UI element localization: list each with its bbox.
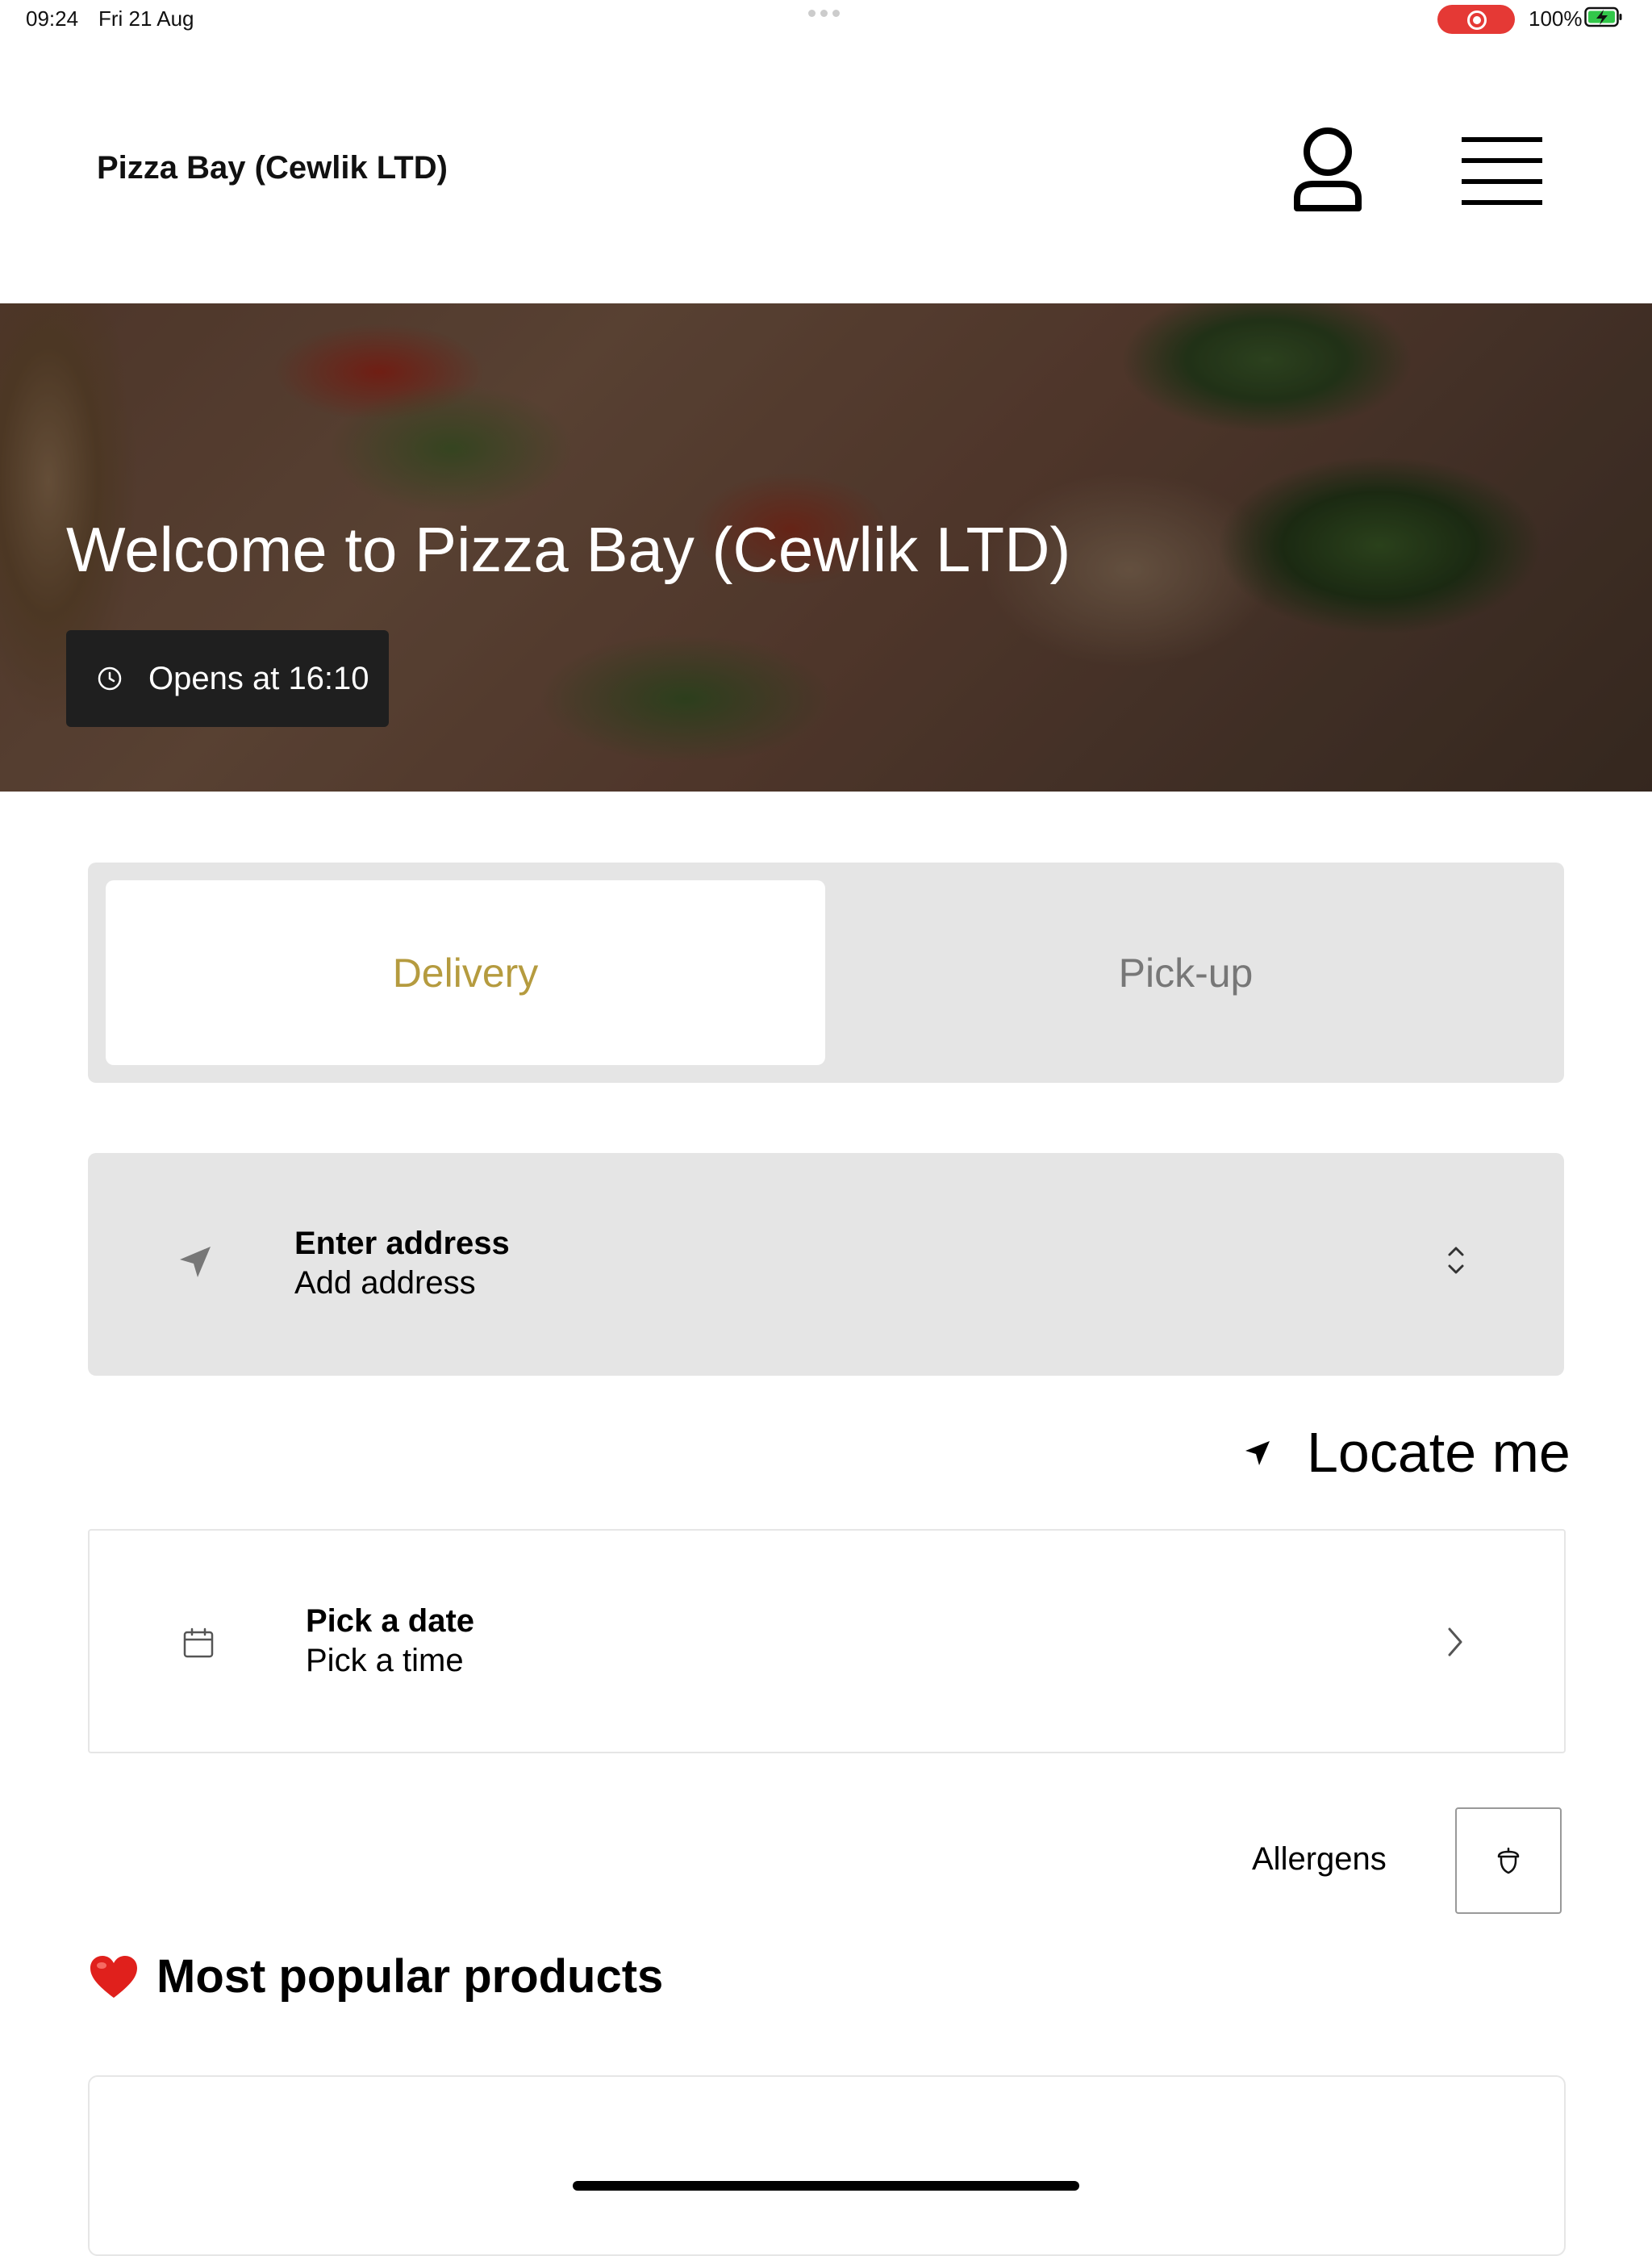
hero-title: Welcome to Pizza Bay (Cewlik LTD) <box>66 514 1071 585</box>
location-arrow-icon <box>180 1247 211 1277</box>
opening-status-badge: Opens at 16:10 <box>66 630 389 727</box>
allergens-label: Allergens <box>1252 1841 1387 1877</box>
product-card[interactable] <box>88 2075 1566 2256</box>
acorn-icon <box>1497 1847 1520 1874</box>
home-indicator[interactable] <box>573 2181 1079 2191</box>
clock-icon <box>98 666 122 691</box>
multitasking-dots-icon[interactable] <box>808 10 844 21</box>
location-arrow-icon[interactable] <box>1242 1438 1273 1468</box>
calendar-icon <box>183 1627 214 1658</box>
chevron-up-down-icon <box>1448 1247 1464 1274</box>
opening-status-text: Opens at 16:10 <box>148 660 369 696</box>
address-selector[interactable]: Enter address Add address <box>88 1153 1564 1376</box>
status-date: Fri 21 Aug <box>98 6 194 31</box>
heart-icon <box>90 1955 137 1998</box>
restaurant-name: Pizza Bay (Cewlik LTD) <box>97 150 448 186</box>
tab-pickup[interactable]: Pick-up <box>825 880 1546 1065</box>
user-icon[interactable] <box>1291 127 1365 216</box>
allergens-button[interactable] <box>1455 1807 1562 1914</box>
battery-charging-icon <box>1584 6 1622 27</box>
popular-products-heading: Most popular products <box>89 1949 663 2003</box>
chevron-right-icon <box>1448 1627 1462 1656</box>
time-subtitle: Pick a time <box>306 1643 464 1678</box>
hamburger-menu-icon[interactable] <box>1462 136 1542 207</box>
popular-products-title: Most popular products <box>156 1950 664 2003</box>
address-subtitle: Add address <box>294 1265 476 1301</box>
address-title: Enter address <box>294 1226 510 1261</box>
locate-me-button[interactable]: Locate me <box>1307 1420 1571 1485</box>
date-title: Pick a date <box>306 1603 475 1639</box>
battery-percentage: 100% <box>1529 6 1583 31</box>
status-time: 09:24 <box>26 6 79 31</box>
order-type-toggle: Delivery Pick-up <box>88 863 1564 1083</box>
tab-delivery[interactable]: Delivery <box>106 880 825 1065</box>
hero-banner: Welcome to Pizza Bay (Cewlik LTD) Opens … <box>0 303 1652 792</box>
date-time-selector[interactable]: Pick a date Pick a time <box>88 1529 1566 1753</box>
screen-recording-icon[interactable] <box>1437 5 1515 34</box>
